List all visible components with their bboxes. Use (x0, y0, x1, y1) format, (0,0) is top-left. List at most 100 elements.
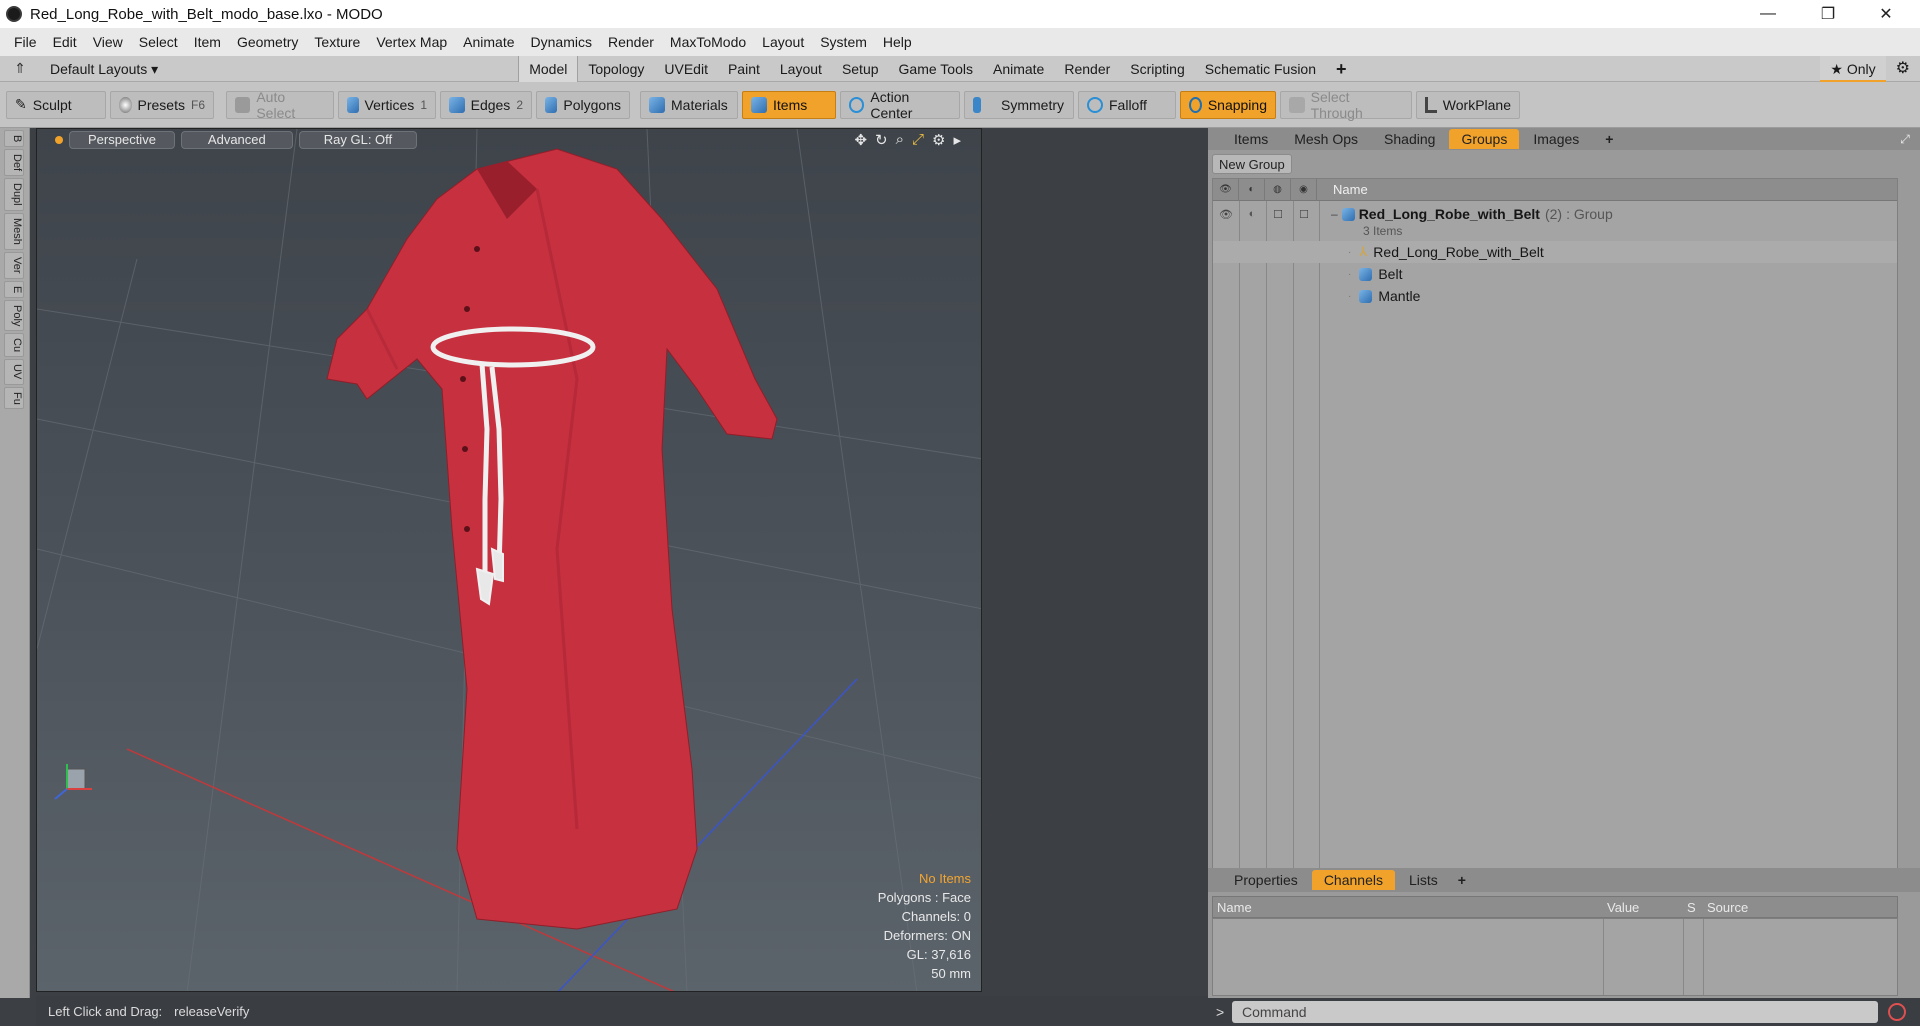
strip-tab-uv[interactable]: UV (4, 359, 24, 385)
items-mode-button[interactable]: Items (742, 90, 836, 119)
list-item[interactable]: · ⅄ Red_Long_Robe_with_Belt (1213, 241, 1897, 263)
falloff-button[interactable]: Falloff (1078, 90, 1176, 119)
symmetry-button[interactable]: Symmetry (964, 90, 1074, 119)
visibility-column-eye-icon[interactable]: 👁 (1213, 178, 1239, 201)
tab-shading[interactable]: Shading (1372, 129, 1447, 149)
list-item[interactable]: · Belt (1213, 263, 1897, 285)
tab-setup[interactable]: Setup (832, 56, 889, 82)
pan-icon[interactable]: ✥ (854, 131, 867, 149)
menu-help[interactable]: Help (875, 28, 920, 56)
group-select-checkbox[interactable]: ☐ (1291, 208, 1317, 221)
group-render-icon[interactable]: ◐ (1239, 208, 1265, 220)
restore-button[interactable]: ❐ (1800, 0, 1856, 28)
edges-button[interactable]: Edges 2 (440, 90, 532, 119)
menu-texture[interactable]: Texture (306, 28, 368, 56)
tab-paint[interactable]: Paint (718, 56, 770, 82)
collapse-icon[interactable]: – (1331, 207, 1338, 221)
add-panel-tab-button[interactable]: + (1593, 129, 1625, 149)
menu-layout[interactable]: Layout (754, 28, 812, 56)
strip-tab-curve[interactable]: Cu (4, 333, 24, 358)
strip-tab-vertex[interactable]: Ver (4, 252, 24, 279)
channel-name-column[interactable]: Name (1217, 900, 1252, 915)
menu-view[interactable]: View (85, 28, 131, 56)
sculpt-button[interactable]: ✎ Sculpt (6, 90, 106, 119)
workplane-button[interactable]: WorkPlane (1416, 90, 1520, 119)
panel-expand-icon[interactable]: ⤢ (1894, 128, 1916, 150)
command-record-icon[interactable] (1888, 1003, 1906, 1021)
viewport-expand-icon[interactable]: ▸ (953, 131, 961, 149)
polygons-button[interactable]: Polygons (536, 90, 630, 119)
perspective-button[interactable]: Perspective (69, 131, 175, 149)
presets-button[interactable]: Presets F6 (110, 90, 214, 119)
menu-item[interactable]: Item (186, 28, 229, 56)
action-center-button[interactable]: Action Center (840, 89, 960, 121)
tab-channels[interactable]: Channels (1311, 870, 1395, 890)
advanced-button[interactable]: Advanced (180, 131, 293, 149)
menu-edit[interactable]: Edit (45, 28, 85, 56)
lock-column-icon[interactable]: ◍ (1265, 178, 1291, 201)
menu-select[interactable]: Select (131, 28, 186, 56)
vertices-button[interactable]: Vertices 1 (338, 90, 436, 119)
strip-tab-mesh-edit[interactable]: Mesh (4, 213, 24, 250)
tab-game-tools[interactable]: Game Tools (889, 56, 983, 82)
menu-render[interactable]: Render (600, 28, 662, 56)
tab-mesh-ops[interactable]: Mesh Ops (1282, 129, 1370, 149)
tab-render[interactable]: Render (1054, 56, 1120, 82)
default-layouts-dropdown[interactable]: Default Layouts ▾ (40, 56, 168, 82)
render-column-icon[interactable]: ◐ (1239, 178, 1265, 201)
channel-value-column[interactable]: Value (1607, 900, 1639, 915)
menu-maxtomodo[interactable]: MaxToModo (662, 28, 754, 56)
group-row[interactable]: 👁 ◐ ☐ ☐ – Red_Long_Robe_with_Belt (2) : … (1213, 205, 1897, 223)
tab-items[interactable]: Items (1222, 129, 1280, 149)
close-button[interactable]: ✕ (1858, 0, 1914, 28)
tab-lists[interactable]: Lists (1397, 870, 1450, 890)
3d-viewport[interactable]: Perspective Advanced Ray GL: Off ✥ ↻ ⌕ ⤢… (36, 128, 982, 992)
only-toggle[interactable]: ★ Only (1820, 55, 1886, 82)
tab-animate[interactable]: Animate (983, 56, 1054, 82)
select-column-icon[interactable]: ◉ (1291, 178, 1317, 201)
viewport-menu-icon[interactable] (55, 136, 63, 144)
strip-tab-deform[interactable]: Def (4, 149, 24, 177)
raygl-button[interactable]: Ray GL: Off (298, 131, 418, 149)
tab-layout[interactable]: Layout (770, 56, 832, 82)
channel-source-column[interactable]: Source (1707, 900, 1748, 915)
layout-gear-icon[interactable]: ⚙ (1886, 56, 1920, 82)
select-through-button[interactable]: Select Through (1280, 89, 1412, 121)
menu-animate[interactable]: Animate (455, 28, 522, 56)
strip-tab-polygon[interactable]: Poly (4, 299, 24, 332)
menu-geometry[interactable]: Geometry (229, 28, 306, 56)
add-tab-button[interactable]: + (1326, 56, 1357, 82)
group-eye-icon[interactable]: 👁 (1213, 208, 1239, 221)
materials-button[interactable]: Materials (640, 90, 738, 119)
channel-s-column[interactable]: S (1687, 900, 1696, 915)
rotate-icon[interactable]: ↻ (875, 131, 888, 149)
menu-vertex-map[interactable]: Vertex Map (368, 28, 455, 56)
tab-properties[interactable]: Properties (1222, 870, 1310, 890)
tab-model[interactable]: Model (518, 55, 579, 82)
tab-groups[interactable]: Groups (1449, 129, 1520, 149)
command-input[interactable]: Command (1232, 1001, 1878, 1023)
menu-file[interactable]: File (6, 28, 45, 56)
menu-dynamics[interactable]: Dynamics (523, 28, 600, 56)
tab-images[interactable]: Images (1521, 129, 1591, 149)
minimize-button[interactable]: — (1740, 0, 1796, 28)
strip-tab-fusion[interactable]: Fu (4, 386, 24, 410)
fit-icon[interactable]: ⤢ (912, 131, 924, 149)
add-channels-tab-button[interactable]: + (1452, 870, 1472, 890)
snapping-button[interactable]: Snapping (1180, 90, 1276, 119)
name-column-header[interactable]: Name (1317, 182, 1368, 197)
strip-tab-edge[interactable]: E (4, 280, 24, 298)
menu-system[interactable]: System (812, 28, 875, 56)
tab-topology[interactable]: Topology (578, 56, 654, 82)
tab-scripting[interactable]: Scripting (1120, 56, 1194, 82)
tab-schematic-fusion[interactable]: Schematic Fusion (1195, 56, 1326, 82)
list-item[interactable]: · Mantle (1213, 285, 1897, 307)
strip-tab-duplicate[interactable]: Dupl (4, 178, 24, 212)
tab-uvedit[interactable]: UVEdit (654, 56, 718, 82)
auto-select-button[interactable]: Auto Select (226, 89, 334, 121)
viewport-gear-icon[interactable]: ⚙ (932, 131, 945, 149)
strip-tab-basic[interactable]: B (4, 130, 24, 148)
layout-up-arrow-icon[interactable]: ⇑ (0, 60, 40, 77)
group-lock-checkbox[interactable]: ☐ (1265, 208, 1291, 221)
new-group-button[interactable]: New Group (1212, 154, 1292, 174)
